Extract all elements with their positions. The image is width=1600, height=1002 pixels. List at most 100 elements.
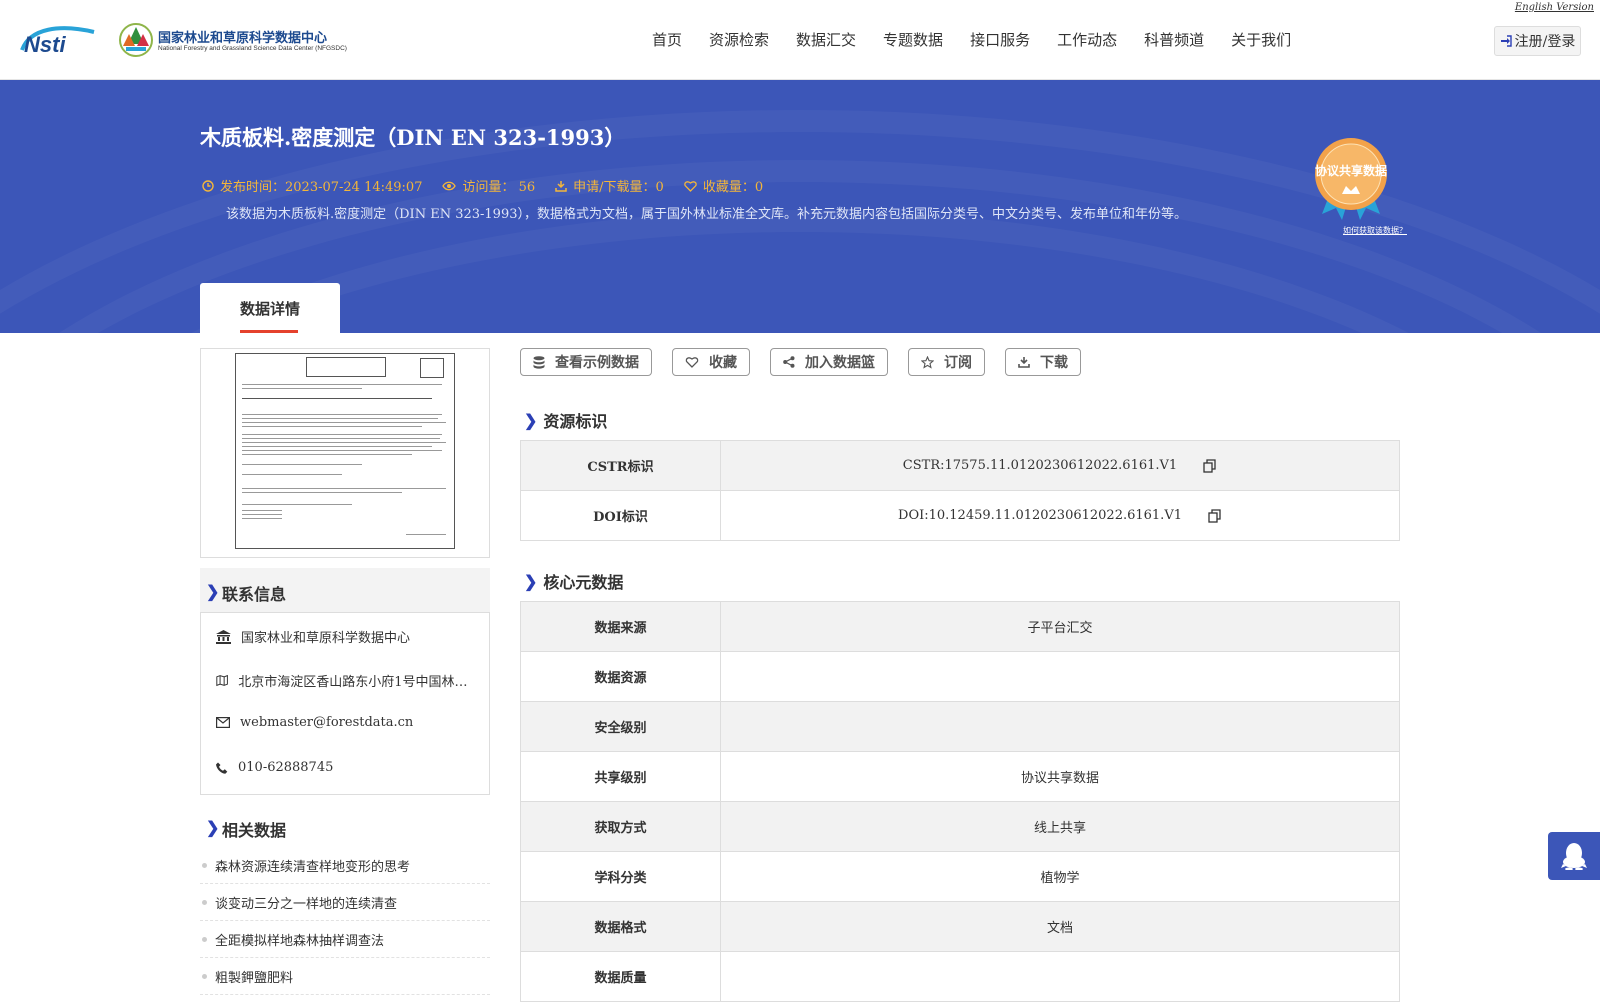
nav-resource-search[interactable]: 资源检索	[709, 29, 769, 50]
nav-home[interactable]: 首页	[652, 29, 682, 50]
how-to-get-data-link[interactable]: 如何获取该数据？	[1343, 225, 1407, 236]
related-item-text[interactable]: 森林资源连续清查样地变形的思考	[215, 856, 410, 875]
resource-id-table: CSTR标识 CSTR:17575.11.0120230612022.6161.…	[520, 440, 1400, 541]
share-icon	[783, 356, 795, 368]
table-row: 安全级别	[520, 701, 1400, 752]
nav-science-channel[interactable]: 科普频道	[1144, 29, 1204, 50]
document-preview-image	[235, 353, 455, 549]
cstr-value: CSTR:17575.11.0120230612022.6161.V1	[902, 458, 1178, 473]
qq-chat-button[interactable]	[1548, 832, 1600, 880]
contact-email-text[interactable]: webmaster@forestdata.cn	[240, 715, 413, 730]
login-label: 注册/登录	[1514, 34, 1576, 50]
row-value	[720, 651, 1400, 702]
qq-penguin-icon	[1561, 843, 1587, 870]
contact-section-header: ❯ 联系信息	[200, 568, 490, 614]
table-row: 数据格式 文档	[520, 901, 1400, 952]
view-sample-label: 查看示例数据	[555, 355, 639, 371]
download-icon	[555, 180, 567, 192]
add-to-basket-button[interactable]: 加入数据篮	[770, 348, 888, 376]
row-key: 数据资源	[520, 651, 721, 702]
row-value: DOI:10.12459.11.0120230612022.6161.V1	[720, 490, 1400, 541]
row-value	[720, 701, 1400, 752]
table-row: CSTR标识 CSTR:17575.11.0120230612022.6161.…	[520, 440, 1400, 491]
row-key: 安全级别	[520, 701, 721, 752]
related-item[interactable]: 森林资源连续清查样地变形的思考	[200, 847, 490, 884]
related-item-text[interactable]: 谈变动三分之一样地的连续清查	[215, 893, 397, 912]
tab-data-details[interactable]: 数据详情	[200, 283, 340, 333]
document-thumbnail[interactable]	[200, 348, 490, 558]
star-icon	[921, 355, 934, 369]
chevron-right-icon: ❯	[524, 571, 538, 591]
favorite-button[interactable]: 收藏	[672, 348, 750, 376]
nav-topic-data[interactable]: 专题数据	[883, 29, 943, 50]
row-value: 协议共享数据	[720, 751, 1400, 802]
subscribe-button[interactable]: 订阅	[908, 348, 985, 376]
clock-icon	[202, 179, 214, 192]
related-item[interactable]: 全距模拟样地森林抽样调查法	[200, 921, 490, 958]
copy-icon[interactable]	[1203, 458, 1217, 473]
dataset-description: 该数据为木质板料.密度测定（DIN EN 323-1993），数据格式为文档，属…	[226, 207, 1187, 222]
contact-phone: 010-62888745	[216, 760, 478, 775]
row-value: 线上共享	[720, 801, 1400, 852]
phone-icon	[216, 762, 228, 774]
register-login-button[interactable]: 注册/登录	[1494, 26, 1581, 56]
row-key: 学科分类	[520, 851, 721, 902]
nav-work-news[interactable]: 工作动态	[1057, 29, 1117, 50]
download-label: 下载	[1040, 355, 1068, 371]
contact-address-text: 北京市海淀区香山路东小府1号中国林业科学研究院	[238, 675, 478, 690]
top-header: English Version Nsti 国家林业和草原科学数据中心 Natio…	[0, 0, 1600, 80]
contact-org-text: 国家林业和草原科学数据中心	[241, 631, 411, 646]
resource-id-heading: 资源标识	[543, 412, 608, 431]
chevron-right-icon: ❯	[206, 818, 220, 837]
table-row: 获取方式 线上共享	[520, 801, 1400, 852]
tab-data-details-label: 数据详情	[239, 300, 300, 318]
related-item-text[interactable]: 粗製鉀鹽肥料	[215, 967, 293, 986]
badge-label: 协议共享数据	[1314, 164, 1387, 178]
contact-address: 北京市海淀区香山路东小府1号中国林业科学研究院	[216, 671, 478, 690]
institution-icon	[216, 629, 231, 644]
chevron-right-icon: ❯	[206, 582, 220, 601]
contact-email: webmaster@forestdata.cn	[216, 715, 478, 730]
related-item[interactable]: 粗製鉀鹽肥料	[200, 958, 490, 995]
contact-heading: 联系信息	[222, 585, 287, 604]
view-sample-button[interactable]: 查看示例数据	[520, 348, 652, 376]
row-key: 获取方式	[520, 801, 721, 852]
related-heading: 相关数据	[222, 821, 287, 840]
related-item[interactable]: 谈变动三分之一样地的连续清查	[200, 884, 490, 921]
download-icon	[1018, 357, 1030, 368]
table-row: 数据质量	[520, 951, 1400, 1002]
download-button[interactable]: 下载	[1005, 348, 1081, 376]
doi-value: DOI:10.12459.11.0120230612022.6161.V1	[898, 508, 1182, 523]
dataset-meta: 发布时间：2023-07-24 14:49:07 访问量： 56 申请/下载量：…	[202, 176, 763, 195]
table-row: 数据资源	[520, 651, 1400, 702]
action-toolbar: 查看示例数据 收藏 加入数据篮 订阅 下载	[520, 348, 1081, 376]
english-version-link[interactable]: English Version	[1515, 2, 1594, 13]
nfgsdc-logo[interactable]	[118, 22, 154, 58]
sign-in-icon	[1500, 35, 1512, 47]
visit-count: 访问量： 56	[442, 176, 535, 195]
svg-text:Nsti: Nsti	[24, 32, 66, 57]
nav-about-us[interactable]: 关于我们	[1231, 29, 1291, 50]
bullet-dot	[202, 974, 207, 979]
core-meta-table: 数据来源 子平台汇交 数据资源 安全级别 共享级别 协议共享数据 获取方式 线上共享 …	[520, 601, 1400, 1002]
row-value: 文档	[720, 901, 1400, 952]
database-icon	[533, 355, 545, 369]
row-value: 子平台汇交	[720, 601, 1400, 652]
visit-count-text: 访问量： 56	[462, 180, 536, 195]
copy-icon[interactable]	[1208, 508, 1222, 523]
dataset-banner: 木质板料.密度测定（DIN EN 323-1993） 发布时间：2023-07-…	[0, 80, 1600, 333]
nsti-logo[interactable]: Nsti	[20, 22, 98, 58]
map-icon	[216, 674, 228, 687]
table-row: 共享级别 协议共享数据	[520, 751, 1400, 802]
nav-api-service[interactable]: 接口服务	[970, 29, 1030, 50]
favorite-count: 收藏量：0	[684, 176, 763, 195]
table-row: 学科分类 植物学	[520, 851, 1400, 902]
dataset-title: 木质板料.密度测定（DIN EN 323-1993）	[200, 125, 626, 150]
nav-data-submission[interactable]: 数据汇交	[796, 29, 856, 50]
related-item-text[interactable]: 全距模拟样地森林抽样调查法	[215, 930, 384, 949]
main-nav: 首页 资源检索 数据汇交 专题数据 接口服务 工作动态 科普频道 关于我们	[652, 29, 1318, 50]
envelope-icon	[216, 717, 230, 728]
contact-phone-text: 010-62888745	[238, 760, 334, 775]
row-key: 数据格式	[520, 901, 721, 952]
bullet-dot	[202, 900, 207, 905]
